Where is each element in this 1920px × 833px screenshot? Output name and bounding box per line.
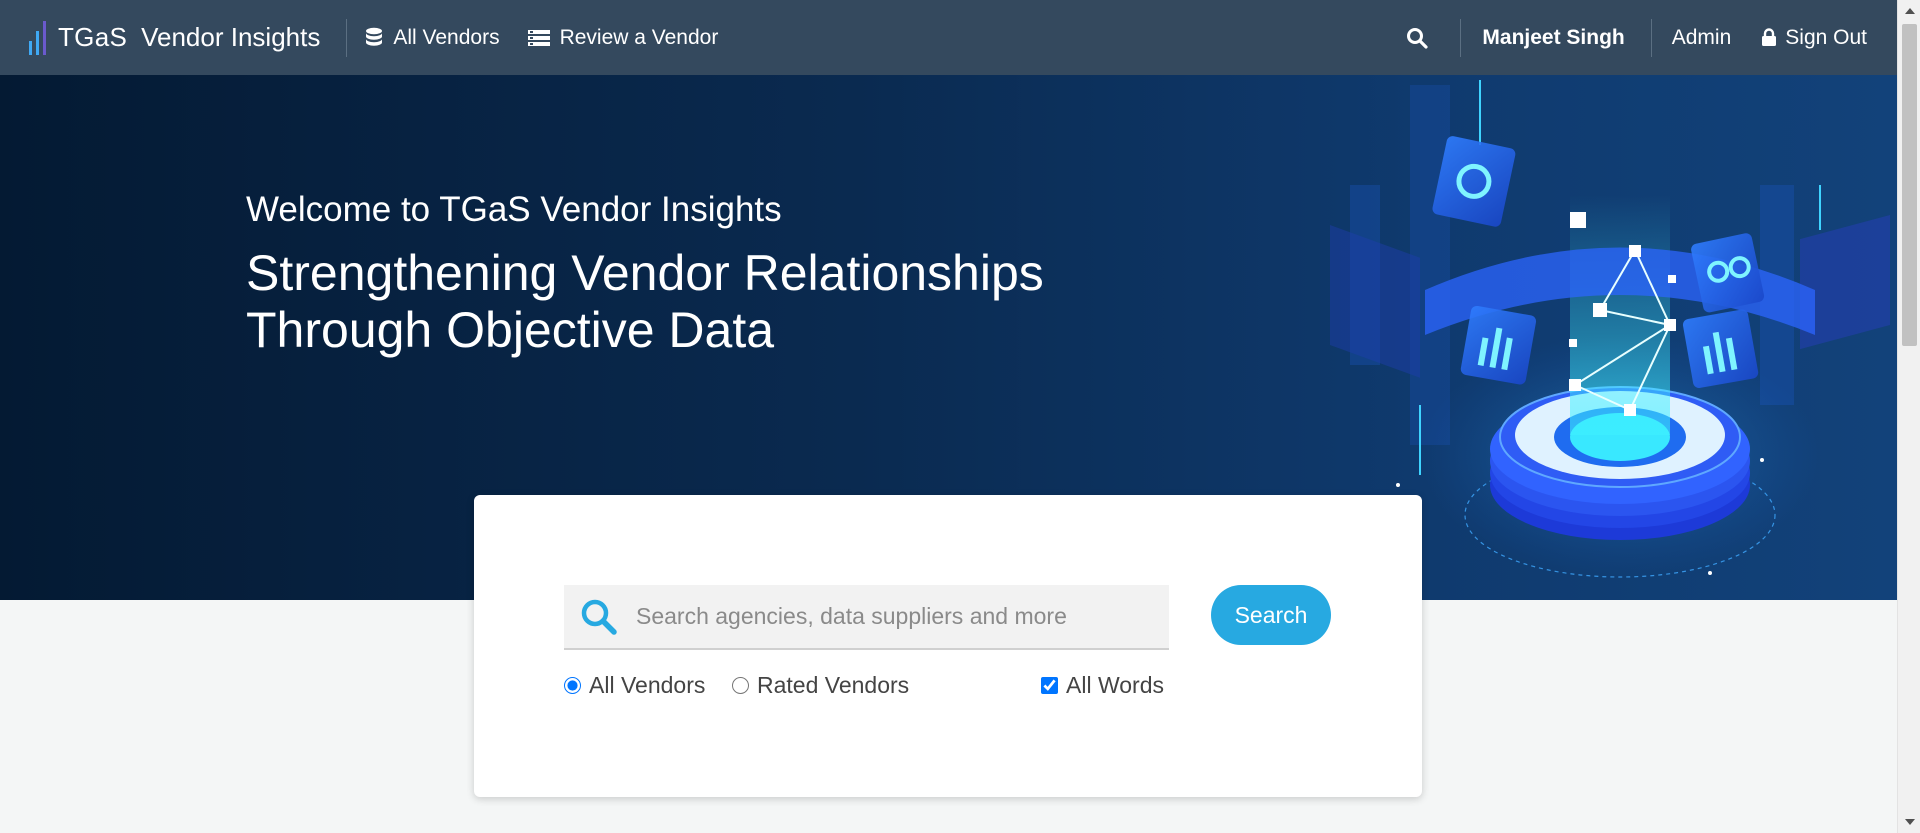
lock-icon <box>1762 28 1777 46</box>
option-rated-vendors[interactable]: Rated Vendors <box>732 672 909 699</box>
search-icon <box>581 599 617 635</box>
hero-welcome-text: Welcome to TGaS Vendor Insights <box>246 190 782 229</box>
sign-out-label: Sign Out <box>1785 25 1867 49</box>
option-all-words[interactable]: All Words <box>1041 672 1164 699</box>
scroll-down-arrow[interactable] <box>1898 811 1920 833</box>
database-icon <box>366 27 383 46</box>
caret-up-icon <box>1904 8 1915 14</box>
sign-out-link[interactable]: Sign Out <box>1761 26 1867 50</box>
user-name[interactable]: Manjeet Singh <box>1482 26 1624 50</box>
nav-divider <box>1460 18 1462 57</box>
brand[interactable]: TGaS Vendor Insights <box>0 0 320 75</box>
nav-search-button[interactable] <box>1402 23 1432 53</box>
all-vendors-label: All Vendors <box>589 672 706 698</box>
brand-logo-icon <box>29 20 46 55</box>
scroll-thumb[interactable] <box>1902 24 1917 346</box>
list-icon <box>527 29 550 46</box>
nav-divider <box>1650 18 1652 57</box>
rated-vendors-radio[interactable] <box>732 677 749 694</box>
admin-link[interactable]: Admin <box>1672 26 1732 50</box>
option-all-vendors[interactable]: All Vendors <box>564 672 705 699</box>
hero-headline: Strengthening Vendor Relationships Throu… <box>246 245 1146 359</box>
brand-name: TGaS <box>58 22 128 52</box>
rated-vendors-label: Rated Vendors <box>757 672 910 698</box>
top-navbar: TGaS Vendor Insights All Vendors Review … <box>0 0 1897 75</box>
scroll-up-arrow[interactable] <box>1898 0 1920 22</box>
all-vendors-radio[interactable] <box>564 677 581 694</box>
search-icon <box>1407 27 1428 49</box>
nav-all-vendors-label: All Vendors <box>393 25 500 49</box>
nav-divider <box>346 18 348 57</box>
nav-right: Manjeet Singh Admin Sign Out <box>1402 0 1897 75</box>
vertical-scrollbar[interactable] <box>1897 0 1920 833</box>
all-words-checkbox[interactable] <box>1041 677 1058 694</box>
search-box <box>564 585 1169 650</box>
search-card: Search All Vendors Rated Vendors All Wor… <box>474 495 1422 797</box>
search-button[interactable]: Search <box>1211 585 1331 645</box>
caret-down-icon <box>1904 819 1915 825</box>
nav-all-vendors[interactable]: All Vendors <box>365 25 500 50</box>
nav-review-vendor[interactable]: Review a Vendor <box>527 25 719 50</box>
search-input[interactable] <box>636 603 1136 630</box>
nav-review-vendor-label: Review a Vendor <box>559 25 719 49</box>
hero-headline-line1: Strengthening Vendor Relationships <box>246 245 1044 301</box>
hero-headline-line2: Through Objective Data <box>246 302 775 358</box>
brand-product: Vendor Insights <box>141 22 321 52</box>
all-words-label: All Words <box>1066 672 1164 698</box>
